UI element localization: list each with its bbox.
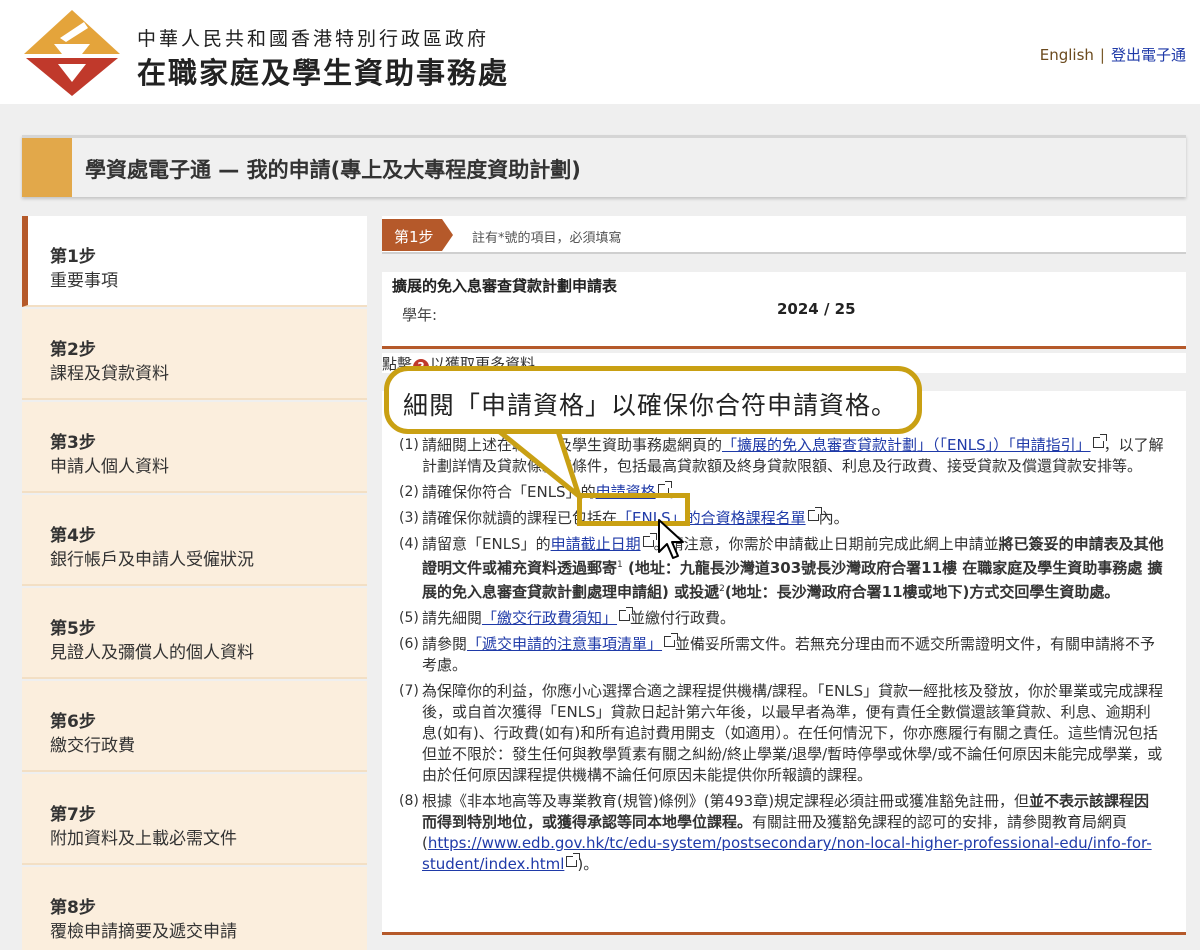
current-step-badge: 第1步 (382, 219, 442, 251)
item-number: (3) (399, 510, 419, 526)
item-text: 。請注意，你需於申請截止日期前完成此網上申請並 (653, 535, 999, 553)
external-link-icon (664, 633, 679, 647)
wfsfaa-logo[interactable] (22, 8, 122, 98)
step-label: 繳交行政費 (50, 736, 135, 756)
item-number: (5) (399, 610, 419, 626)
step-number: 第3步 (50, 433, 96, 453)
step-number: 第4步 (50, 526, 96, 546)
mouse-pointer-icon (658, 519, 684, 559)
sidebar-step-7[interactable]: 第7步 附加資料及上載必需文件 (22, 774, 367, 865)
step-number: 第8步 (50, 898, 96, 918)
instruction-callout: 細閱「申請資格」以確保你合符申請資格。 (384, 366, 922, 434)
sidebar-step-5[interactable]: 第5步 見證人及彌償人的個人資料 (22, 588, 367, 679)
page-title: 學資處電子通 — 我的申請(專上及大專程度資助計劃) (85, 158, 581, 182)
step-arrow-icon (442, 219, 453, 251)
logout-link[interactable]: 登出電子通 (1111, 46, 1186, 64)
item-number: (6) (399, 636, 419, 652)
step-label: 課程及貸款資料 (50, 364, 169, 384)
step-number: 第7步 (50, 805, 96, 825)
item-number: (8) (399, 793, 419, 809)
submission-checklist-link[interactable]: 「遞交申請的注意事項清單」 (467, 635, 662, 653)
external-link-icon (807, 507, 822, 521)
step-number: 第6步 (50, 712, 96, 732)
step-label: 申請人個人資料 (50, 457, 169, 477)
list-item: (8) 根據《非本地高等及專業教育(規管)條例》(第493章)規定課程必須註冊或獲… (399, 791, 1164, 875)
step-number: 第5步 (50, 619, 96, 639)
item-text: 並繳付行政費。 (630, 609, 736, 627)
step-label: 附加資料及上載必需文件 (50, 829, 237, 849)
list-item: (5) 請先細閱「繳交行政費須知」 並繳付行政費。 (399, 607, 1164, 629)
sidebar-step-2[interactable]: 第2步 課程及貸款資料 (22, 309, 367, 400)
step-label: 覆檢申請摘要及遞交申請 (50, 922, 237, 942)
page-banner: 學資處電子通 — 我的申請(專上及大專程度資助計劃) (22, 135, 1186, 197)
list-item: (6) 請參閱「遞交申請的注意事項清單」 並備妥所需文件。若無充分理由而不遞交所需證… (399, 633, 1164, 676)
item-text: 請參閱 (422, 635, 468, 653)
sidebar-step-1[interactable]: 第1步 重要事項 (22, 216, 367, 307)
item-text: )。 (577, 855, 599, 873)
step-label: 重要事項 (50, 271, 118, 291)
list-item: (7) 為保障你的利益，你應小心選擇合適之課程提供機構/課程。「ENLS」貸款一經… (399, 681, 1164, 786)
list-item: (3) 請確保你就讀的課程已包括在「ENLS」的合資格課程名單 內。 (399, 507, 1164, 529)
form-title: 擴展的免入息審查貸款計劃申請表 (392, 277, 618, 295)
step-label: 銀行帳戶及申請人受僱狀況 (50, 550, 254, 570)
item-number: (7) (399, 683, 419, 699)
step-number: 第1步 (50, 247, 96, 267)
external-link-icon (566, 853, 581, 867)
site-header: 中華人民共和國香港特別行政區政府 在職家庭及學生資助事務處 English | 登出… (0, 0, 1200, 104)
org-name: 在職家庭及學生資助事務處 (137, 56, 510, 90)
sidebar-step-4[interactable]: 第4步 銀行帳戶及申請人受僱狀況 (22, 495, 367, 586)
item-text: 內。 (818, 509, 849, 527)
required-note: 註有*號的項目，必須填寫 (472, 231, 622, 246)
org-subtitle: 中華人民共和國香港特別行政區政府 (137, 28, 490, 50)
step-sidebar: 第1步 重要事項 第2步 課程及貸款資料 第3步 申請人個人資料 第4步 銀行帳… (22, 216, 367, 950)
external-link-icon (642, 533, 657, 547)
callout-text: 細閱「申請資格」以確保你合符申請資格。 (403, 391, 898, 420)
step-label: 見證人及彌償人的個人資料 (50, 643, 254, 663)
deadline-link[interactable]: 申請截止日期 (551, 535, 641, 553)
item-text: 為保障你的利益，你應小心選擇合適之課程提供機構/課程。「ENLS」貸款一經批核及… (422, 682, 1164, 784)
item-text: 根據《非本地高等及專業教育(規管)條例》(第493章)規定課程必須註冊或獲准豁免… (422, 792, 1030, 810)
item-text-bold: (地址：長沙灣政府合署11樓或地下)方式交回學生資助處。 (724, 583, 1120, 601)
sidebar-step-8[interactable]: 第8步 覆檢申請摘要及遞交申請 (22, 867, 367, 950)
step-header: 第1步 註有*號的項目，必須填寫 (382, 216, 1186, 254)
admin-fee-notes-link[interactable]: 「繳交行政費須知」 (482, 609, 617, 627)
edb-url-link[interactable]: https://www.edb.gov.hk/tc/edu-system/pos… (422, 834, 1152, 873)
external-link-icon (1092, 434, 1107, 448)
year-label: 學年: (402, 306, 438, 324)
main-content: 第1步 註有*號的項目，必須填寫 擴展的免入息審查貸款計劃申請表 學年: 202… (382, 216, 1186, 950)
list-item: (4) 請留意「ENLS」的申請截止日期 。請注意，你需於申請截止日期前完成此網上申… (399, 533, 1164, 603)
english-link[interactable]: English (1040, 46, 1094, 64)
callout-tail (492, 428, 582, 498)
item-text: 請先細閱 (422, 609, 483, 627)
top-links: English | 登出電子通 (1040, 44, 1186, 65)
item-number: (4) (399, 536, 419, 552)
item-number: (1) (399, 437, 419, 453)
enls-guide-link[interactable]: 「擴展的免入息審查貸款計劃」（「ENLS」）「申請指引」 (722, 436, 1091, 454)
external-link-icon (619, 607, 634, 621)
year-value: 2024 / 25 (777, 300, 856, 318)
banner-accent (22, 138, 72, 197)
form-info: 擴展的免入息審查貸款計劃申請表 學年: 2024 / 25 (382, 272, 1186, 349)
sidebar-step-3[interactable]: 第3步 申請人個人資料 (22, 402, 367, 493)
item-number: (2) (399, 484, 419, 500)
sidebar-step-6[interactable]: 第6步 繳交行政費 (22, 681, 367, 772)
step-number: 第2步 (50, 340, 96, 360)
item-text: 請留意「ENLS」的 (422, 535, 551, 553)
link-separator: | (1099, 46, 1105, 64)
